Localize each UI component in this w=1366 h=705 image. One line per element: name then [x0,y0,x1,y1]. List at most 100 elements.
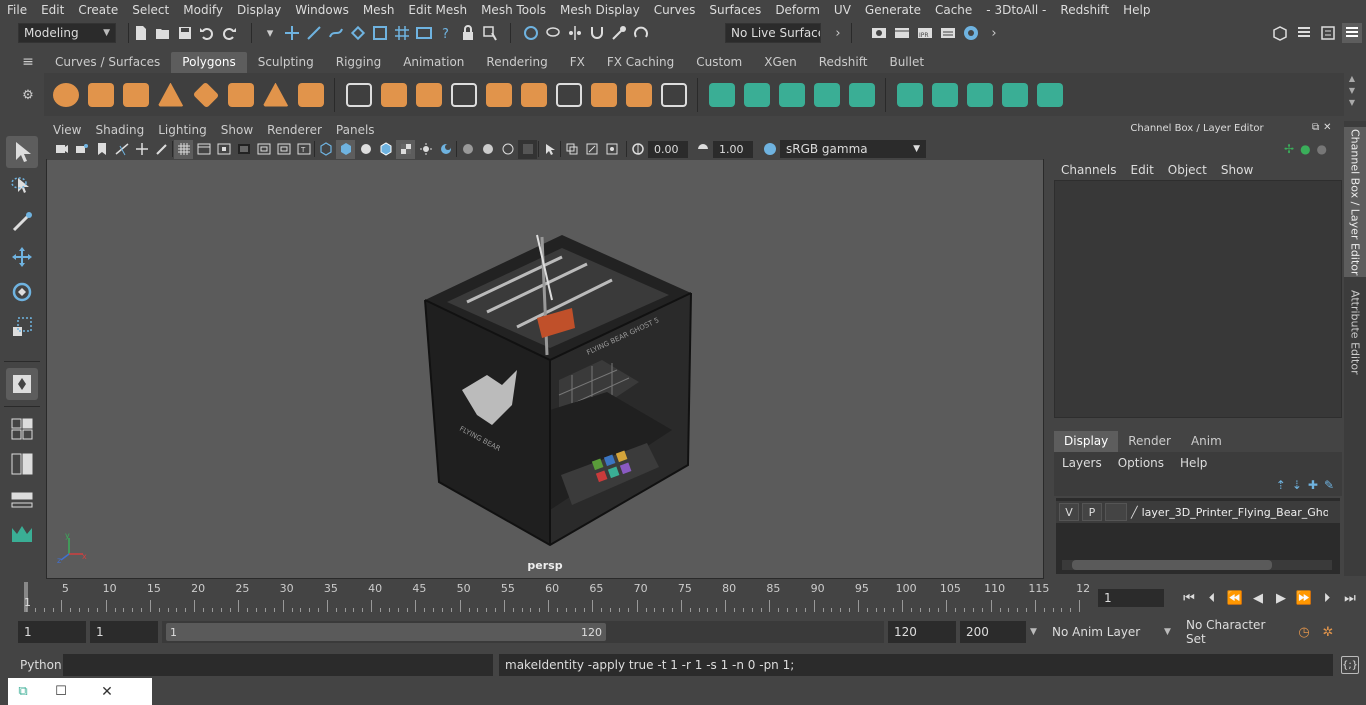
auto-key-icon[interactable]: ◷ [1294,622,1314,642]
tab-custom[interactable]: Custom [685,52,753,73]
tab-animation[interactable]: Animation [392,52,475,73]
motion-blur-icon[interactable] [478,140,497,159]
lock-icon[interactable] [458,23,478,43]
script-editor-icon[interactable]: {;} [1341,656,1359,674]
xray-icon[interactable] [562,140,581,159]
step-forward-key-icon[interactable]: ⏩ [1294,588,1314,608]
rotate-tool-icon[interactable] [6,276,38,308]
close-icon[interactable]: ✕ [1323,122,1331,133]
cube-icon[interactable] [83,77,118,112]
new-scene-icon[interactable] [131,23,151,43]
tab-channel-box[interactable]: Channel Box / Layer Editor [1344,127,1366,277]
gate-mask-icon[interactable] [234,140,253,159]
lasso-icon[interactable] [543,23,563,43]
save-scene-icon[interactable] [175,23,195,43]
depth-of-field-icon[interactable] [518,139,537,159]
uv-set-icon[interactable] [1032,77,1067,112]
film-gate-icon[interactable] [194,140,213,159]
layer-row[interactable]: V P ╱ layer_3D_Printer_Flying_Bear_Ghost… [1056,501,1340,523]
ipr-render-icon[interactable]: IPR [915,23,935,43]
camera-map-icon[interactable] [774,77,809,112]
layer-tab-anim[interactable]: Anim [1181,431,1232,452]
viewport-menu-panels[interactable]: Panels [329,123,382,137]
animation-end-field[interactable]: 200 [960,621,1026,643]
color-management-icon[interactable] [760,140,779,159]
select-tool-icon[interactable] [6,136,38,168]
open-scene-icon[interactable] [153,23,173,43]
menu-create[interactable]: Create [71,0,125,20]
tab-redshift[interactable]: Redshift [808,52,879,73]
show-manipulator-icon[interactable] [6,368,38,400]
playback-start-field[interactable]: 1 [90,621,158,643]
layer-menu-options[interactable]: Options [1110,456,1172,470]
printer-model[interactable]: FLYING BEAR GHOST 5 FLYING BEAR x y z [47,160,1043,578]
layout-outliner-icon[interactable] [6,483,38,515]
channel-box-menu-channels[interactable]: Channels [1054,163,1124,177]
select-hierarchy-icon[interactable]: ▾ [260,23,280,43]
viewport-menu-view[interactable]: View [46,123,88,137]
sphere-icon[interactable] [48,77,83,112]
torus-icon[interactable] [223,77,258,112]
help-icon[interactable]: ? [436,23,456,43]
magnet-icon[interactable] [587,23,607,43]
tab-rendering[interactable]: Rendering [475,52,558,73]
new-layer-icon[interactable]: ✚ [1308,478,1318,492]
animation-start-field[interactable]: 1 [18,621,86,643]
snap-to-live-icon[interactable] [414,23,434,43]
bridge-icon[interactable] [516,77,551,112]
xray-joints-icon[interactable] [582,140,601,159]
snap-to-view-plane-icon[interactable] [370,23,390,43]
viewport-menu-shading[interactable]: Shading [88,123,151,137]
viewport-menu-lighting[interactable]: Lighting [151,123,214,137]
live-surface-field[interactable]: No Live Surface [725,23,821,43]
uv-snap-icon[interactable] [997,77,1032,112]
layer-menu-help[interactable]: Help [1172,456,1215,470]
chevron-right-icon[interactable]: › [984,23,1004,43]
snap-to-grid-icon[interactable] [392,23,412,43]
soft-select-icon[interactable] [609,23,629,43]
layer-tab-render[interactable]: Render [1118,431,1181,452]
menu-cache[interactable]: Cache [928,0,979,20]
tab-curves-surfaces[interactable]: Curves / Surfaces [44,52,171,73]
wireframe-on-shaded-icon[interactable] [376,140,395,159]
snap-to-points-icon[interactable] [348,23,368,43]
quad-draw-icon[interactable] [844,77,879,112]
insert-loop-icon[interactable] [656,77,691,112]
tool-settings-icon[interactable] [1318,23,1338,43]
attribute-editor-icon[interactable] [1294,23,1314,43]
go-to-end-icon[interactable]: ⏭ [1340,588,1360,608]
cylinder-icon[interactable] [118,77,153,112]
viewport-menu-renderer[interactable]: Renderer [260,123,329,137]
channel-box-menu-show[interactable]: Show [1214,163,1260,177]
tab-polygons[interactable]: Polygons [171,52,247,73]
layer-scrollbar[interactable] [1062,560,1332,570]
pyramid-icon[interactable] [258,77,293,112]
maya-window-icon[interactable]: ⧉ [8,684,38,699]
menu-surfaces[interactable]: Surfaces [702,0,768,20]
play-forwards-icon[interactable]: ▶ [1271,588,1291,608]
command-language[interactable]: Python [0,658,62,672]
layer-name[interactable]: layer_3D_Printer_Flying_Bear_Ghost_5 [1142,506,1328,519]
combine-icon[interactable] [341,77,376,112]
filter-icon[interactable]: ● [1317,142,1327,156]
safe-action-icon[interactable] [274,140,293,159]
layer-playback-toggle[interactable]: P [1082,503,1102,521]
menu-windows[interactable]: Windows [288,0,356,20]
tab-fx-caching[interactable]: FX Caching [596,52,685,73]
camera-attributes-icon[interactable] [72,140,91,159]
grid-icon[interactable] [174,139,193,159]
animation-preferences-icon[interactable]: ✲ [1318,622,1338,642]
target-weld-icon[interactable] [621,77,656,112]
render-current-icon[interactable] [892,23,912,43]
lasso-tool-icon[interactable] [6,171,38,203]
menu-help[interactable]: Help [1116,0,1157,20]
grease-pencil-icon[interactable] [152,140,171,159]
uv-grid-icon[interactable] [962,77,997,112]
undo-icon[interactable] [197,23,217,43]
redo-icon[interactable] [219,23,239,43]
move-tool-icon[interactable] [6,241,38,273]
multisample-aa-icon[interactable] [498,140,517,159]
tab-attribute-editor[interactable]: Attribute Editor [1344,287,1366,377]
textured-icon[interactable] [396,139,415,159]
plane-icon[interactable] [188,77,223,112]
